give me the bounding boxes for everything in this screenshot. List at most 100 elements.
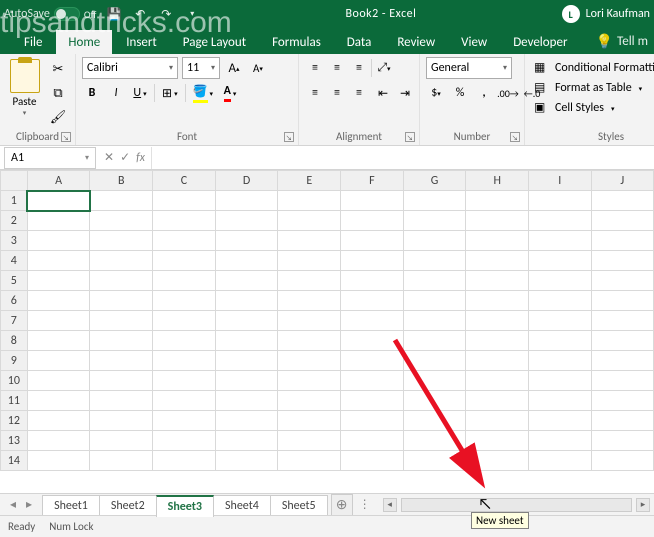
percent-button[interactable]: % [450, 82, 470, 104]
cell[interactable] [278, 211, 341, 231]
cell[interactable] [341, 191, 404, 211]
cell[interactable] [341, 431, 404, 451]
column-header[interactable]: I [529, 171, 591, 191]
chevron-down-icon[interactable]: ▾ [23, 108, 27, 117]
column-header[interactable]: H [466, 171, 529, 191]
cell[interactable] [215, 431, 278, 451]
cell[interactable] [403, 211, 466, 231]
row-header[interactable]: 8 [1, 331, 28, 351]
column-header[interactable]: E [278, 171, 341, 191]
cell[interactable] [215, 371, 278, 391]
cell[interactable] [215, 331, 278, 351]
cell[interactable] [27, 351, 90, 371]
paste-button[interactable]: Paste ▾ [6, 57, 43, 127]
horizontal-scrollbar[interactable] [401, 498, 632, 512]
cell[interactable] [278, 251, 341, 271]
cell[interactable] [278, 291, 341, 311]
cell[interactable] [278, 231, 341, 251]
tab-view[interactable]: View [449, 30, 499, 54]
cell[interactable] [403, 411, 466, 431]
cell[interactable] [27, 411, 90, 431]
user-avatar-icon[interactable]: L [562, 5, 580, 23]
font-color-button[interactable]: A▾ [220, 82, 240, 104]
cell[interactable] [529, 291, 591, 311]
cell[interactable] [278, 411, 341, 431]
row-header[interactable]: 13 [1, 431, 28, 451]
increase-decimal-button[interactable]: .00→ [498, 82, 518, 104]
fill-color-button[interactable]: 🪣▾ [190, 82, 216, 104]
cell[interactable] [278, 451, 341, 471]
cell[interactable] [466, 291, 529, 311]
cell[interactable] [27, 311, 90, 331]
cell[interactable] [90, 211, 153, 231]
cell[interactable] [591, 291, 654, 311]
column-header[interactable]: F [341, 171, 404, 191]
row-header[interactable]: 3 [1, 231, 28, 251]
row-header[interactable]: 5 [1, 271, 28, 291]
cell[interactable] [466, 231, 529, 251]
increase-font-button[interactable]: A▴ [224, 57, 244, 79]
cell[interactable] [153, 311, 216, 331]
cell[interactable] [466, 391, 529, 411]
cell[interactable] [529, 311, 591, 331]
cell[interactable] [27, 431, 90, 451]
cell[interactable] [529, 451, 591, 471]
cell[interactable] [27, 391, 90, 411]
cell[interactable] [403, 331, 466, 351]
cell[interactable] [278, 311, 341, 331]
cell[interactable] [27, 191, 90, 211]
cell[interactable] [153, 251, 216, 271]
cell[interactable] [466, 271, 529, 291]
cell[interactable] [591, 191, 654, 211]
cell[interactable] [591, 311, 654, 331]
cell[interactable] [27, 251, 90, 271]
row-header[interactable]: 12 [1, 411, 28, 431]
row-header[interactable]: 7 [1, 311, 28, 331]
cell[interactable] [278, 431, 341, 451]
underline-button[interactable]: U▾ [130, 82, 150, 104]
row-header[interactable]: 2 [1, 211, 28, 231]
dialog-launcher-icon[interactable]: ↘ [510, 132, 520, 142]
cell[interactable] [215, 411, 278, 431]
column-header[interactable]: J [591, 171, 654, 191]
cell[interactable] [153, 431, 216, 451]
cell[interactable] [341, 411, 404, 431]
cell[interactable] [341, 351, 404, 371]
enter-icon[interactable]: ✓ [120, 150, 130, 165]
sheet-nav-next-icon[interactable]: ▸ [26, 497, 32, 512]
cell[interactable] [591, 231, 654, 251]
sheet-tab[interactable]: Sheet3 [156, 495, 214, 517]
cancel-icon[interactable]: ✕ [104, 150, 114, 165]
tab-data[interactable]: Data [335, 30, 384, 54]
cell[interactable] [90, 371, 153, 391]
tab-scroll-handle[interactable]: ⋮ [353, 497, 379, 512]
cell[interactable] [591, 371, 654, 391]
name-box[interactable]: A1 ▾ [4, 147, 96, 169]
cell-styles-button[interactable]: ▣ Cell Styles▾ [531, 99, 654, 117]
cell[interactable] [153, 211, 216, 231]
row-header[interactable]: 10 [1, 371, 28, 391]
cell[interactable] [153, 191, 216, 211]
font-name-combo[interactable]: Calibri▾ [82, 57, 178, 79]
redo-icon[interactable]: ↷ [158, 6, 174, 22]
toggle-switch-icon[interactable] [54, 7, 80, 21]
cell[interactable] [466, 211, 529, 231]
column-header[interactable]: G [403, 171, 466, 191]
column-header[interactable]: D [215, 171, 278, 191]
formula-input[interactable] [151, 147, 654, 169]
cell[interactable] [341, 311, 404, 331]
tab-insert[interactable]: Insert [114, 30, 169, 54]
tell-me-search[interactable]: 💡 Tell m [592, 33, 654, 54]
cell[interactable] [215, 251, 278, 271]
cell[interactable] [529, 231, 591, 251]
cell[interactable] [90, 431, 153, 451]
chevron-down-icon[interactable]: ▾ [85, 153, 89, 163]
cell[interactable] [341, 271, 404, 291]
italic-button[interactable]: I [106, 82, 126, 104]
cell[interactable] [90, 351, 153, 371]
cell[interactable] [466, 371, 529, 391]
row-header[interactable]: 9 [1, 351, 28, 371]
sheet-tab[interactable]: Sheet1 [42, 495, 100, 517]
row-header[interactable]: 14 [1, 451, 28, 471]
cell[interactable] [529, 351, 591, 371]
